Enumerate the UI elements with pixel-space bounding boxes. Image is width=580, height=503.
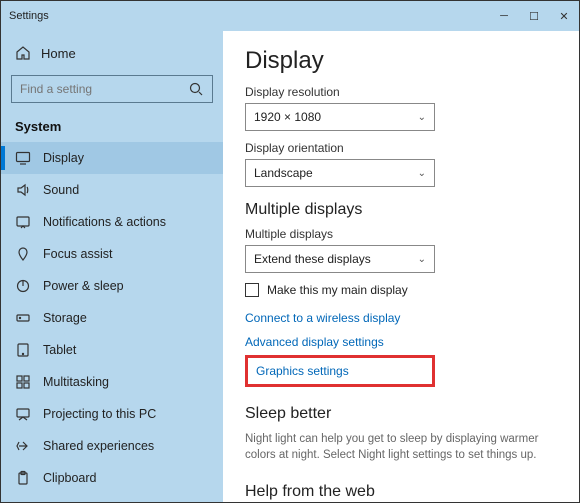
checkbox-icon[interactable] xyxy=(245,283,259,297)
storage-icon xyxy=(15,310,31,326)
checkbox-label: Make this my main display xyxy=(267,283,408,297)
sidebar-item-label: Clipboard xyxy=(43,471,97,485)
help-heading: Help from the web xyxy=(245,483,557,501)
window-controls: ─ ☐ ✕ xyxy=(489,1,579,31)
sidebar-item-label: Display xyxy=(43,151,84,165)
search-input[interactable] xyxy=(11,75,213,103)
projecting-icon xyxy=(15,406,31,422)
sidebar-item-label: Storage xyxy=(43,311,87,325)
sidebar-item-label: Multitasking xyxy=(43,375,109,389)
sidebar-item-storage[interactable]: Storage xyxy=(1,302,223,334)
section-header: System xyxy=(1,113,223,140)
chevron-down-icon: ⌄ xyxy=(418,112,426,123)
sidebar-item-label: Tablet xyxy=(43,343,76,357)
display-icon xyxy=(15,150,31,166)
sidebar-item-label: Focus assist xyxy=(43,247,112,261)
tablet-icon xyxy=(15,342,31,358)
sidebar-item-notifications[interactable]: Notifications & actions xyxy=(1,206,223,238)
orientation-label: Display orientation xyxy=(245,141,557,155)
sidebar-item-shared[interactable]: Shared experiences xyxy=(1,430,223,462)
titlebar: Settings ─ ☐ ✕ xyxy=(1,1,579,31)
sidebar: Home System Display Sound Notifications … xyxy=(1,31,223,502)
sidebar-item-label: Power & sleep xyxy=(43,279,124,293)
sidebar-item-label: Notifications & actions xyxy=(43,215,166,229)
close-button[interactable]: ✕ xyxy=(549,1,579,31)
wireless-display-link[interactable]: Connect to a wireless display xyxy=(245,311,557,325)
notifications-icon xyxy=(15,214,31,230)
multiple-label: Multiple displays xyxy=(245,227,557,241)
sidebar-item-sound[interactable]: Sound xyxy=(1,174,223,206)
window-title: Settings xyxy=(9,10,49,22)
focus-icon xyxy=(15,246,31,262)
resolution-value: 1920 × 1080 xyxy=(254,110,321,124)
sound-icon xyxy=(15,182,31,198)
home-button[interactable]: Home xyxy=(1,39,223,67)
sidebar-item-power-sleep[interactable]: Power & sleep xyxy=(1,270,223,302)
home-icon xyxy=(15,45,31,61)
multiple-displays-heading: Multiple displays xyxy=(245,201,557,219)
sleep-description: Night light can help you get to sleep by… xyxy=(245,431,557,463)
multitasking-icon xyxy=(15,374,31,390)
minimize-button[interactable]: ─ xyxy=(489,1,519,31)
sidebar-item-multitasking[interactable]: Multitasking xyxy=(1,366,223,398)
sidebar-item-label: Sound xyxy=(43,183,79,197)
graphics-settings-link[interactable]: Graphics settings xyxy=(256,364,424,378)
maximize-button[interactable]: ☐ xyxy=(519,1,549,31)
resolution-label: Display resolution xyxy=(245,85,557,99)
main-panel: Display Display resolution 1920 × 1080 ⌄… xyxy=(223,31,579,502)
power-icon xyxy=(15,278,31,294)
search-field[interactable] xyxy=(20,82,188,96)
shared-icon xyxy=(15,438,31,454)
sidebar-item-label: Projecting to this PC xyxy=(43,407,156,421)
home-label: Home xyxy=(41,46,76,61)
sleep-heading: Sleep better xyxy=(245,405,557,423)
orientation-dropdown[interactable]: Landscape ⌄ xyxy=(245,159,435,187)
search-icon xyxy=(188,81,204,97)
multiple-value: Extend these displays xyxy=(254,252,371,266)
sidebar-item-display[interactable]: Display xyxy=(1,142,223,174)
chevron-down-icon: ⌄ xyxy=(418,168,426,179)
main-display-checkbox-row[interactable]: Make this my main display xyxy=(245,283,557,297)
clipboard-icon xyxy=(15,470,31,486)
resolution-dropdown[interactable]: 1920 × 1080 ⌄ xyxy=(245,103,435,131)
graphics-highlight: Graphics settings xyxy=(245,355,435,387)
multiple-dropdown[interactable]: Extend these displays ⌄ xyxy=(245,245,435,273)
page-title: Display xyxy=(245,47,557,75)
sidebar-item-tablet[interactable]: Tablet xyxy=(1,334,223,366)
sidebar-item-projecting[interactable]: Projecting to this PC xyxy=(1,398,223,430)
sidebar-item-label: Shared experiences xyxy=(43,439,154,453)
chevron-down-icon: ⌄ xyxy=(418,254,426,265)
sidebar-item-clipboard[interactable]: Clipboard xyxy=(1,462,223,494)
orientation-value: Landscape xyxy=(254,166,313,180)
advanced-display-link[interactable]: Advanced display settings xyxy=(245,335,557,349)
sidebar-item-focus-assist[interactable]: Focus assist xyxy=(1,238,223,270)
